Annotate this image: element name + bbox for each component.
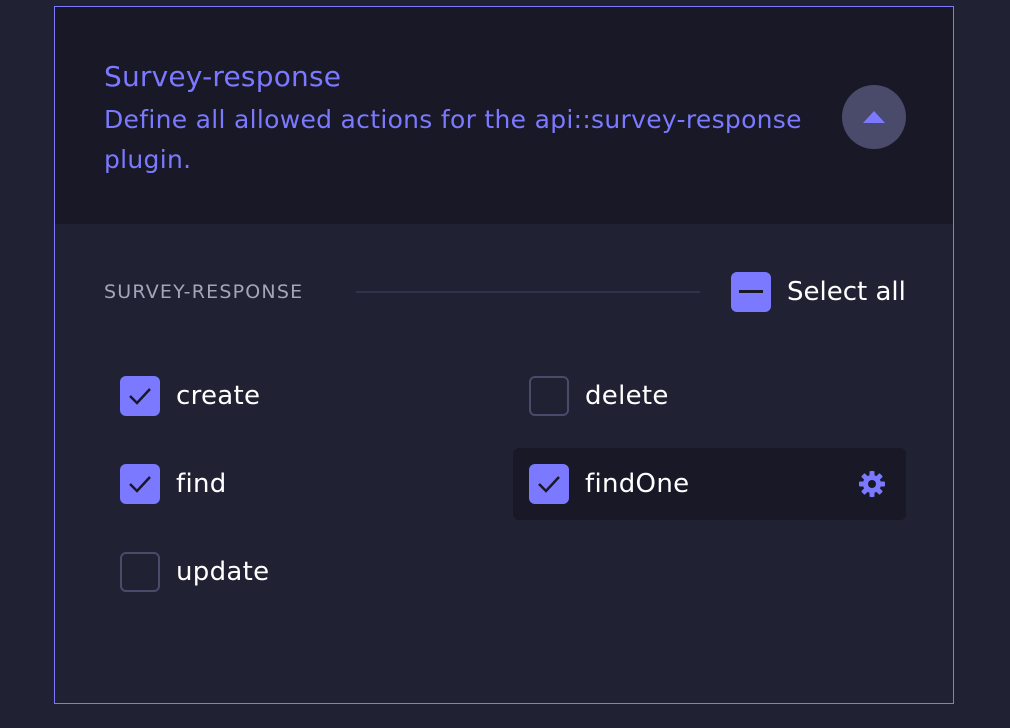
- permission-label: findOne: [585, 469, 690, 499]
- panel-header: Survey-response Define all allowed actio…: [55, 7, 953, 224]
- check-icon: [538, 476, 560, 493]
- permission-delete[interactable]: delete: [529, 376, 669, 416]
- permission-label: update: [176, 557, 270, 587]
- permission-findone[interactable]: findOne: [529, 464, 689, 504]
- permission-label: find: [176, 469, 227, 499]
- collapse-button[interactable]: [842, 85, 906, 149]
- permission-create[interactable]: create: [120, 376, 260, 416]
- panel-title: Survey-response: [104, 60, 342, 93]
- find-checkbox[interactable]: [120, 464, 160, 504]
- create-checkbox[interactable]: [120, 376, 160, 416]
- panel-description: Define all allowed actions for the api::…: [104, 105, 802, 174]
- findone-checkbox[interactable]: [529, 464, 569, 504]
- gear-icon[interactable]: [857, 469, 887, 499]
- permission-panel: Survey-response Define all allowed actio…: [54, 6, 954, 704]
- minus-icon: [739, 290, 763, 293]
- check-icon: [129, 476, 151, 493]
- select-all-checkbox[interactable]: Select all: [731, 272, 906, 312]
- permission-find[interactable]: find: [120, 464, 227, 504]
- delete-checkbox[interactable]: [529, 376, 569, 416]
- permission-label: delete: [585, 381, 669, 411]
- permission-update[interactable]: update: [120, 552, 269, 592]
- check-icon: [129, 388, 151, 405]
- select-all-label: Select all: [787, 277, 906, 307]
- chevron-up-icon: [863, 111, 885, 123]
- section-label: SURVEY-RESPONSE: [104, 281, 304, 303]
- section-divider: [356, 291, 700, 293]
- permission-label: create: [176, 381, 261, 411]
- update-checkbox[interactable]: [120, 552, 160, 592]
- select-all-box[interactable]: [731, 272, 771, 312]
